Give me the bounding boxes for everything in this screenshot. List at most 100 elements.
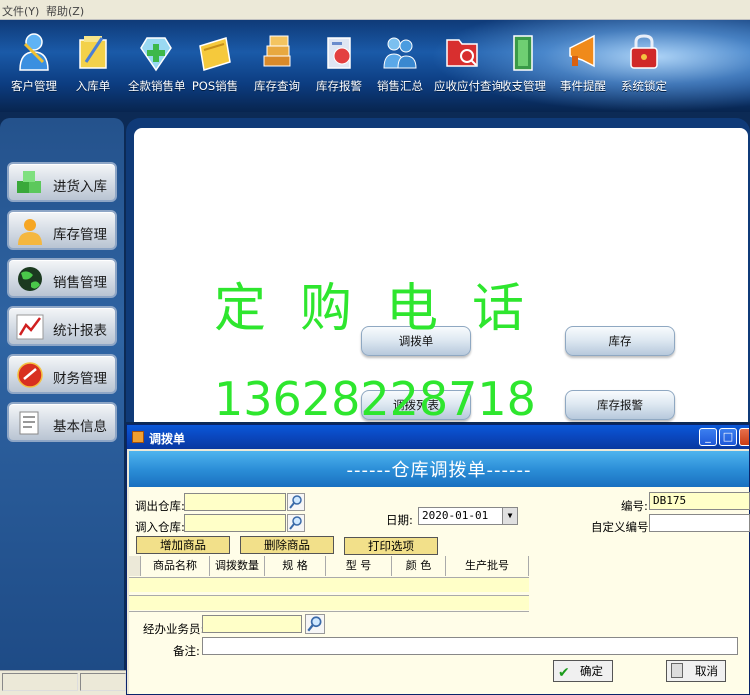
customer-icon — [19, 33, 49, 71]
remark-field[interactable] — [202, 637, 738, 655]
search-icon — [289, 516, 302, 530]
globe-icon — [18, 267, 42, 291]
sidebar-item-purchase-inbound[interactable]: 进货入库 — [7, 162, 117, 202]
finance-icon — [17, 362, 43, 388]
toolbar-pos-label: POS销售 — [191, 79, 239, 93]
toolbar-lock-label: 系统锁定 — [621, 79, 667, 93]
maximize-button[interactable]: □ — [719, 428, 737, 446]
sidebar-item-inventory[interactable]: 库存管理 — [7, 210, 117, 250]
print-options-button[interactable]: 打印选项 — [344, 537, 438, 555]
toolbar-receivable-label: 应收应付查询 — [434, 79, 503, 93]
in-warehouse-search-button[interactable] — [287, 514, 305, 532]
dialog-banner: ------仓库调拨单------ — [129, 451, 749, 487]
dialog-titlebar[interactable]: 调拨单 _ □ — [127, 425, 749, 449]
date-label: 日期: — [386, 513, 413, 527]
handler-field[interactable] — [202, 615, 302, 633]
inbound-icon — [79, 36, 107, 69]
date-value: 2020-01-01 — [422, 509, 489, 522]
close-button[interactable] — [739, 428, 749, 446]
chart-icon — [16, 314, 44, 340]
sidebar-item-label: 统计报表 — [53, 323, 107, 339]
status-cell — [80, 673, 126, 691]
cubes-icon — [17, 171, 41, 193]
cancel-button[interactable]: 取消 — [666, 660, 726, 682]
search-icon — [307, 616, 322, 632]
toolbar-sales-summary-label: 销售汇总 — [377, 79, 423, 93]
dialog-title: 调拨单 — [149, 432, 186, 446]
delete-product-button[interactable]: 删除商品 — [240, 536, 334, 554]
handler-label: 经办业务员: — [143, 622, 205, 636]
date-picker[interactable]: 2020-01-01 ▼ — [418, 507, 518, 525]
confirm-button[interactable]: ✔ 确定 — [553, 660, 613, 682]
search-icon — [289, 495, 302, 509]
toolbar-receivable-button[interactable]: 应收应付查询 — [434, 28, 503, 108]
toolbar-inventory-query-button[interactable]: 库存查询 — [252, 28, 302, 108]
stock-button[interactable]: 库存 — [565, 326, 675, 356]
banner-title: ------仓库调拨单------ — [346, 460, 532, 481]
grid-header-cell[interactable]: 规 格 — [265, 556, 326, 576]
toolbar-inventory-alarm-button[interactable]: 库存报警 — [312, 28, 366, 108]
toolbar-sales-order-label: 全款销售单 — [128, 79, 186, 93]
grid-header-cell[interactable]: 颜 色 — [392, 556, 446, 576]
sidebar-item-label: 库存管理 — [53, 227, 107, 243]
grid-header-cell[interactable]: 生产批号 — [446, 556, 529, 576]
menu-bar: 文件(Y) 帮助(Z) — [0, 0, 750, 20]
order-phone-watermark: 定购电话 — [214, 279, 559, 339]
handler-search-button[interactable] — [305, 614, 325, 634]
person-icon — [18, 219, 42, 245]
sidebar-item-sales[interactable]: 销售管理 — [7, 258, 117, 298]
sidebar-item-finance[interactable]: 财务管理 — [7, 354, 117, 394]
menu-file[interactable]: 文件(Y) — [2, 3, 39, 19]
out-warehouse-label: 调出仓库: — [135, 499, 185, 513]
main-toolbar: 客户管理 入库单 全款销售单 POS销售 库存查询 库存报警 销售汇总 应收应付… — [0, 20, 750, 112]
toolbar-inventory-query-label: 库存查询 — [254, 79, 300, 93]
sidebar-item-label: 销售管理 — [53, 275, 107, 291]
grid-header-cell[interactable]: 调拨数量 — [210, 556, 265, 576]
inventory-alarm-icon — [327, 37, 351, 69]
grid-bottom-border — [129, 577, 529, 612]
grid-header-cell[interactable]: 商品名称 — [141, 556, 210, 576]
stock-alarm-button[interactable]: 库存报警 — [565, 390, 675, 420]
toolbar-customer-button[interactable]: 客户管理 — [6, 28, 62, 108]
toolbar-sales-order-button[interactable]: 全款销售单 — [128, 28, 186, 108]
sales-order-icon — [140, 37, 172, 72]
minimize-button[interactable]: _ — [699, 428, 717, 446]
out-warehouse-search-button[interactable] — [287, 493, 305, 511]
toolbar-sales-summary-button[interactable]: 销售汇总 — [374, 28, 426, 108]
confirm-label: 确定 — [580, 664, 603, 678]
toolbar-pos-button[interactable]: POS销售 — [190, 28, 240, 108]
custom-number-field[interactable] — [649, 514, 750, 532]
remark-label: 备注: — [173, 644, 200, 658]
grid-row-header — [129, 556, 141, 576]
receivable-icon — [446, 39, 478, 67]
toolbar-finance-button[interactable]: 收支管理 — [498, 28, 548, 108]
pos-icon — [199, 37, 231, 71]
toolbar-lock-button[interactable]: 系统锁定 — [618, 28, 670, 108]
toolbar-inbound-label: 入库单 — [75, 79, 111, 93]
custom-number-label: 自定义编号: — [591, 520, 653, 534]
sidebar-item-reports[interactable]: 统计报表 — [7, 306, 117, 346]
chevron-down-icon[interactable]: ▼ — [502, 508, 517, 524]
menu-help[interactable]: 帮助(Z) — [46, 3, 84, 19]
phone-number-watermark: 13628228718 — [214, 372, 536, 426]
in-warehouse-label: 调入仓库: — [135, 520, 185, 534]
add-product-button[interactable]: 增加商品 — [136, 536, 230, 554]
toolbar-reminder-label: 事件提醒 — [560, 79, 606, 93]
document-icon — [19, 411, 39, 435]
grid-header-cell[interactable]: 型 号 — [326, 556, 392, 576]
out-warehouse-field[interactable] — [184, 493, 286, 511]
toolbar-reminder-button[interactable]: 事件提醒 — [558, 28, 608, 108]
window-icon — [132, 431, 144, 443]
cancel-label: 取消 — [695, 664, 718, 678]
status-cell — [2, 673, 78, 691]
inventory-query-icon — [263, 35, 291, 67]
status-bar — [0, 670, 128, 695]
sidebar-item-label: 进货入库 — [53, 179, 107, 195]
number-field[interactable]: DB175 — [649, 492, 750, 510]
in-warehouse-field[interactable] — [184, 514, 286, 532]
sidebar-item-basic-info[interactable]: 基本信息 — [7, 402, 117, 442]
lock-icon — [630, 34, 658, 69]
toolbar-inbound-button[interactable]: 入库单 — [70, 28, 116, 108]
toolbar-inventory-alarm-label: 库存报警 — [316, 79, 362, 93]
sidebar-item-label: 财务管理 — [53, 371, 107, 387]
